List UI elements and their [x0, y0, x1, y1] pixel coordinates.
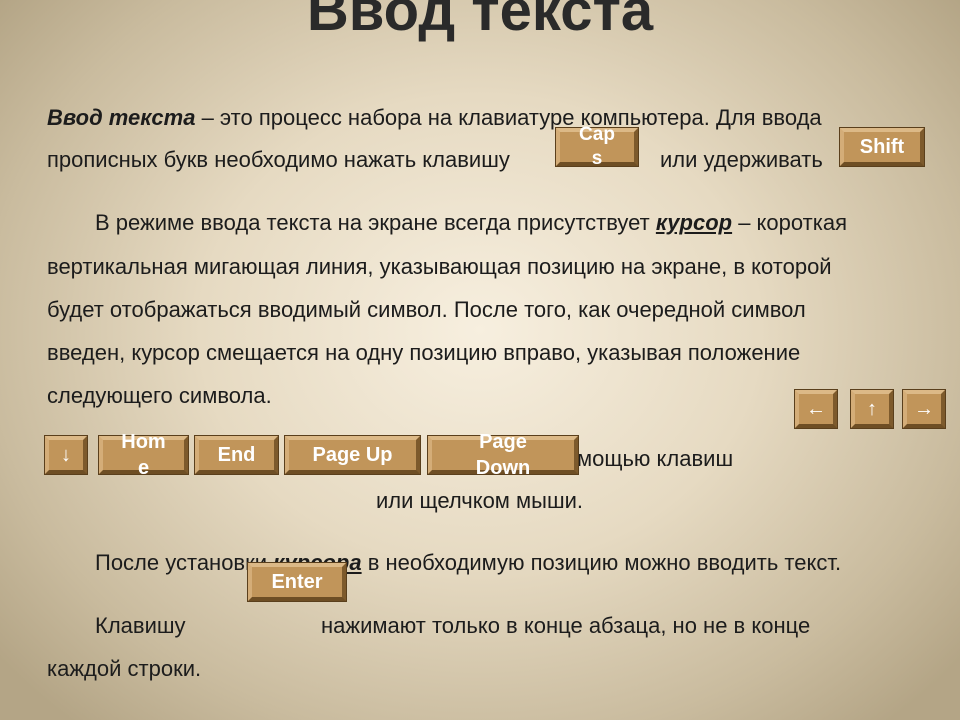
paragraph-2-line-4: введен, курсор смещается на одну позицию… [47, 340, 801, 365]
home-key[interactable]: Hom e [99, 431, 188, 479]
paragraph-2-line-3: будет отображаться вводимый символ. Посл… [47, 297, 806, 322]
paragraph-5-line-2: каждой строки. [47, 656, 202, 681]
page-up-key[interactable]: Page Up [285, 436, 420, 474]
paragraph-1-line-2a: прописных букв необходимо нажать клавишу [47, 147, 510, 172]
text: – это процесс набора на клавиатуре компь… [195, 105, 822, 130]
page-title: Ввод текста [306, 0, 654, 43]
arrow-left-key[interactable]: ← [795, 390, 837, 428]
paragraph-3-line-2: или щелчком мыши. [376, 488, 584, 513]
arrow-right-key[interactable]: → [903, 390, 945, 428]
page-down-key[interactable]: Page Down [428, 431, 578, 479]
text: В режиме ввода текста на экране всегда п… [95, 210, 656, 235]
paragraph-1-line-1: Ввод текста – это процесс набора на клав… [47, 105, 822, 131]
paragraph-2-line-1: В режиме ввода текста на экране всегда п… [95, 210, 847, 236]
text: в необходимую позицию можно вводить текс… [361, 550, 842, 575]
paragraph-3-line-1: мощью клавиш [577, 446, 734, 471]
caps-lock-key[interactable]: Cap s [556, 124, 638, 169]
enter-key[interactable]: Enter [248, 563, 346, 601]
paragraph-4: После установки курсора в необходимую по… [95, 550, 841, 576]
paragraph-2-line-2: вертикальная мигающая линия, указывающая… [47, 254, 832, 279]
end-key[interactable]: End [195, 436, 278, 474]
paragraph-5-line-1b: нажимают только в конце абзаца, но не в … [321, 613, 811, 638]
shift-key[interactable]: Shift [840, 128, 924, 166]
paragraph-2-line-5: следующего символа. [47, 383, 272, 408]
arrow-down-key[interactable]: ↓ [45, 436, 87, 474]
term-cursor: курсор [655, 210, 733, 235]
paragraph-5-line-1a: Клавишу [95, 613, 186, 638]
term-text-input: Ввод текста [47, 105, 196, 130]
text: – короткая [732, 210, 847, 235]
arrow-up-key[interactable]: ↑ [851, 390, 893, 428]
paragraph-1-line-2b: или удерживать [660, 147, 823, 172]
text: После установки [95, 550, 274, 575]
